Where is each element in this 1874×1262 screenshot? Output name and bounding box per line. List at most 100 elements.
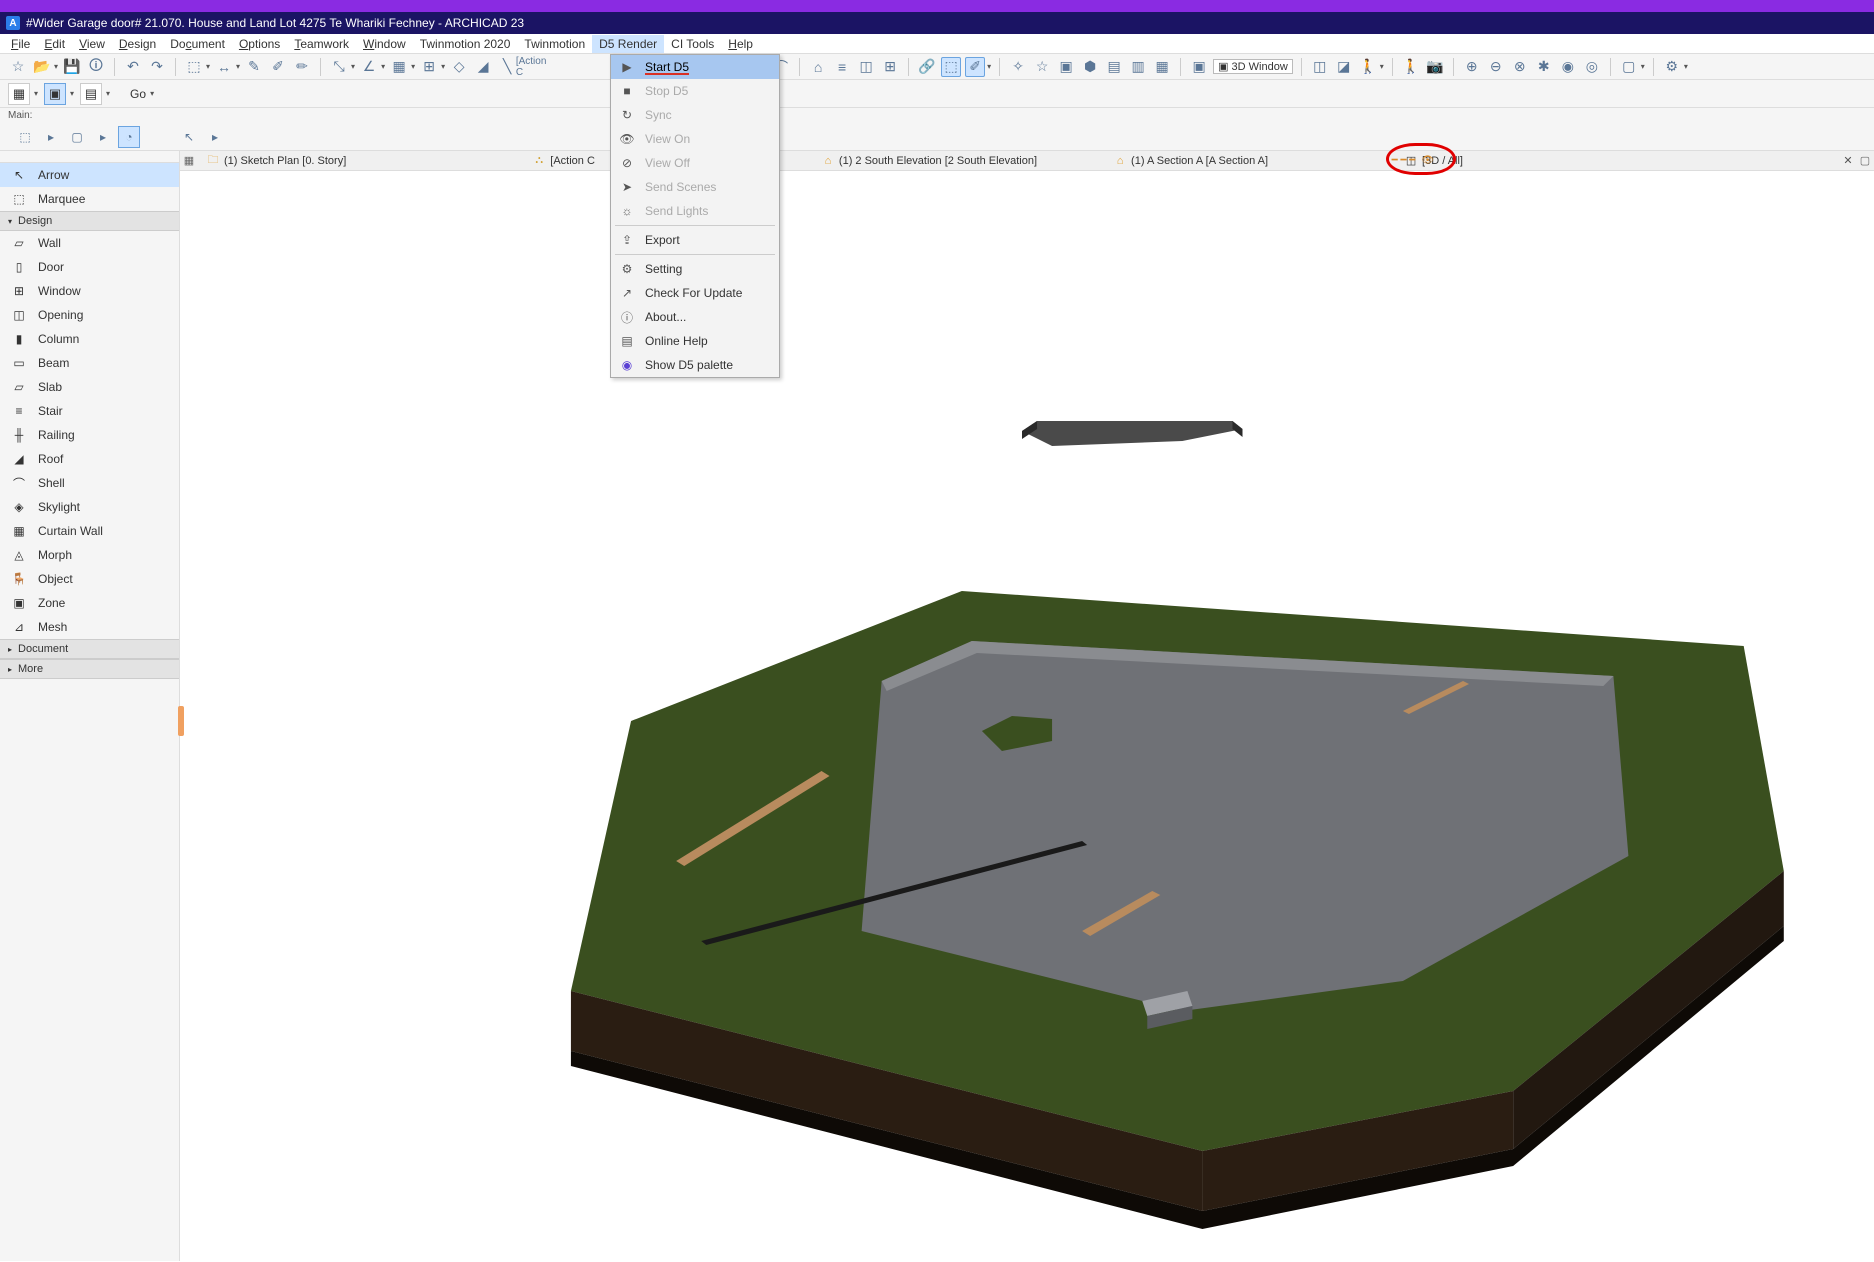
magic-icon[interactable]: ✧ bbox=[1008, 57, 1028, 77]
tab-grid-icon[interactable]: ▦ bbox=[180, 154, 198, 167]
tab-sketch-plan[interactable]: 🗀 (1) Sketch Plan [0. Story] bbox=[198, 151, 354, 170]
ruler-icon[interactable]: ▦ bbox=[389, 57, 409, 77]
dropdown-icon[interactable]: ▾ bbox=[54, 62, 58, 71]
view-btn-1[interactable]: ▦ bbox=[8, 83, 30, 105]
tool-mesh[interactable]: ⊿Mesh bbox=[0, 615, 179, 639]
tool-column[interactable]: ▮Column bbox=[0, 327, 179, 351]
menu-show-palette[interactable]: ◉ Show D5 palette bbox=[611, 353, 779, 377]
tool-door[interactable]: ▯Door bbox=[0, 255, 179, 279]
tool-curtain-wall[interactable]: ▦Curtain Wall bbox=[0, 519, 179, 543]
menu-document[interactable]: Document bbox=[163, 35, 232, 53]
qb-icon-3[interactable]: ▢ bbox=[66, 126, 88, 148]
select-icon[interactable]: ⬚ bbox=[941, 57, 961, 77]
box-icon[interactable]: ▢ bbox=[1619, 57, 1639, 77]
tab-overflow-icon[interactable]: ▢ bbox=[1856, 154, 1874, 167]
dropdown-icon[interactable]: ▾ bbox=[70, 89, 74, 98]
tool-stair[interactable]: ≡Stair bbox=[0, 399, 179, 423]
menu-ci-tools[interactable]: CI Tools bbox=[664, 35, 721, 53]
save-icon[interactable]: 💾 bbox=[62, 57, 82, 77]
qb-arrow-icon[interactable]: ↖ bbox=[178, 126, 200, 148]
menu-help[interactable]: Help bbox=[721, 35, 760, 53]
cursor-icon[interactable]: ⤡ bbox=[329, 57, 349, 77]
view-btn-3[interactable]: ▤ bbox=[80, 83, 102, 105]
tab-close-icon[interactable]: ✕ bbox=[1840, 154, 1856, 167]
menu-twinmotion[interactable]: Twinmotion bbox=[517, 35, 592, 53]
menu-edit[interactable]: Edit bbox=[37, 35, 72, 53]
list-icon[interactable]: ▤ bbox=[1104, 57, 1124, 77]
dropdown-icon[interactable]: ▾ bbox=[150, 89, 154, 98]
dropdown-icon[interactable]: ▾ bbox=[1641, 62, 1645, 71]
3d-window-button[interactable]: ▣ 3D Window bbox=[1213, 59, 1293, 74]
gear-icon[interactable]: ⚙ bbox=[1662, 57, 1682, 77]
dropdown-icon[interactable]: ▾ bbox=[1684, 62, 1688, 71]
qb-icon-5[interactable]: ◔ bbox=[118, 126, 140, 148]
tool-arrow[interactable]: ↖ Arrow bbox=[0, 163, 179, 187]
sidebar-section-more[interactable]: ▸ More bbox=[0, 659, 179, 679]
view-btn-2[interactable]: ▣ bbox=[44, 83, 66, 105]
snap2-icon[interactable]: ◢ bbox=[473, 57, 493, 77]
dropdown-icon[interactable]: ▾ bbox=[381, 62, 385, 71]
person-icon[interactable]: 🚶 bbox=[1401, 57, 1421, 77]
tool-marquee[interactable]: ⬚ Marquee bbox=[0, 187, 179, 211]
nav4-icon[interactable]: ✱ bbox=[1534, 57, 1554, 77]
menu-design[interactable]: Design bbox=[112, 35, 163, 53]
tool-opening[interactable]: ◫Opening bbox=[0, 303, 179, 327]
menu-teamwork[interactable]: Teamwork bbox=[287, 35, 356, 53]
undo-icon[interactable]: ↶ bbox=[123, 57, 143, 77]
tool-object[interactable]: 🪑Object bbox=[0, 567, 179, 591]
qb-icon-1[interactable]: ⬚ bbox=[14, 126, 36, 148]
nav3-icon[interactable]: ⊗ bbox=[1510, 57, 1530, 77]
tab-south-elevation[interactable]: ⌂ (1) 2 South Elevation [2 South Elevati… bbox=[813, 151, 1045, 170]
persp-icon[interactable]: ◫ bbox=[1310, 57, 1330, 77]
redo-icon[interactable]: ↷ bbox=[147, 57, 167, 77]
menu-online-help[interactable]: ▤ Online Help bbox=[611, 329, 779, 353]
tool-railing[interactable]: ╫Railing bbox=[0, 423, 179, 447]
print-icon[interactable]: 🛈 bbox=[86, 57, 106, 77]
tool-beam[interactable]: ▭Beam bbox=[0, 351, 179, 375]
tool-zone[interactable]: ▣Zone bbox=[0, 591, 179, 615]
tool-slab[interactable]: ▱Slab bbox=[0, 375, 179, 399]
tool-wall[interactable]: ▱Wall bbox=[0, 231, 179, 255]
qb-icon-4[interactable]: ▸ bbox=[92, 126, 114, 148]
dropdown-icon[interactable]: ▾ bbox=[987, 62, 991, 71]
tool-skylight[interactable]: ◈Skylight bbox=[0, 495, 179, 519]
menu-view[interactable]: View bbox=[72, 35, 112, 53]
snap-icon[interactable]: ◇ bbox=[449, 57, 469, 77]
palette-icon[interactable]: ▥ bbox=[1128, 57, 1148, 77]
open-icon[interactable]: 📂 bbox=[32, 57, 52, 77]
nav6-icon[interactable]: ◎ bbox=[1582, 57, 1602, 77]
cube-icon[interactable]: ▣ bbox=[1056, 57, 1076, 77]
tab-action-c[interactable]: ⛬ [Action C bbox=[524, 151, 603, 170]
door-icon[interactable]: ◫ bbox=[856, 57, 876, 77]
dropdown-icon[interactable]: ▾ bbox=[34, 89, 38, 98]
menu-about[interactable]: ⓘ About... bbox=[611, 305, 779, 329]
dropdown-icon[interactable]: ▾ bbox=[206, 62, 210, 71]
tool-morph[interactable]: ◬Morph bbox=[0, 543, 179, 567]
angle-icon[interactable]: ∠ bbox=[359, 57, 379, 77]
syringe-icon[interactable]: ✏ bbox=[292, 57, 312, 77]
line-icon[interactable]: ╲ bbox=[497, 57, 517, 77]
nav1-icon[interactable]: ⊕ bbox=[1462, 57, 1482, 77]
trim-icon[interactable]: [Action C bbox=[521, 57, 541, 77]
qb-more-icon[interactable]: ▸ bbox=[204, 126, 226, 148]
eyedrop-icon[interactable]: ✐ bbox=[268, 57, 288, 77]
menu-twinmotion-2020[interactable]: Twinmotion 2020 bbox=[413, 35, 518, 53]
link-icon[interactable]: 🔗 bbox=[917, 57, 937, 77]
menu-check-update[interactable]: ↗ Check For Update bbox=[611, 281, 779, 305]
axo-icon[interactable]: ◪ bbox=[1334, 57, 1354, 77]
dropdown-icon[interactable]: ▾ bbox=[351, 62, 355, 71]
nav2-icon[interactable]: ⊖ bbox=[1486, 57, 1506, 77]
edit-icon[interactable]: ✐ bbox=[965, 57, 985, 77]
elements-icon[interactable]: ⬢ bbox=[1080, 57, 1100, 77]
menu-d5-render[interactable]: D5 Render bbox=[592, 35, 664, 53]
dropdown-icon[interactable]: ▾ bbox=[1380, 62, 1384, 71]
publish-icon[interactable]: ▦ bbox=[1152, 57, 1172, 77]
menu-setting[interactable]: ⚙ Setting bbox=[611, 257, 779, 281]
tool-shell[interactable]: ⌒Shell bbox=[0, 471, 179, 495]
tool-roof[interactable]: ◢Roof bbox=[0, 447, 179, 471]
menu-file[interactable]: File bbox=[4, 35, 37, 53]
new-icon[interactable]: ☆ bbox=[8, 57, 28, 77]
nav5-icon[interactable]: ◉ bbox=[1558, 57, 1578, 77]
menu-window[interactable]: Window bbox=[356, 35, 413, 53]
tool-window[interactable]: ⊞Window bbox=[0, 279, 179, 303]
